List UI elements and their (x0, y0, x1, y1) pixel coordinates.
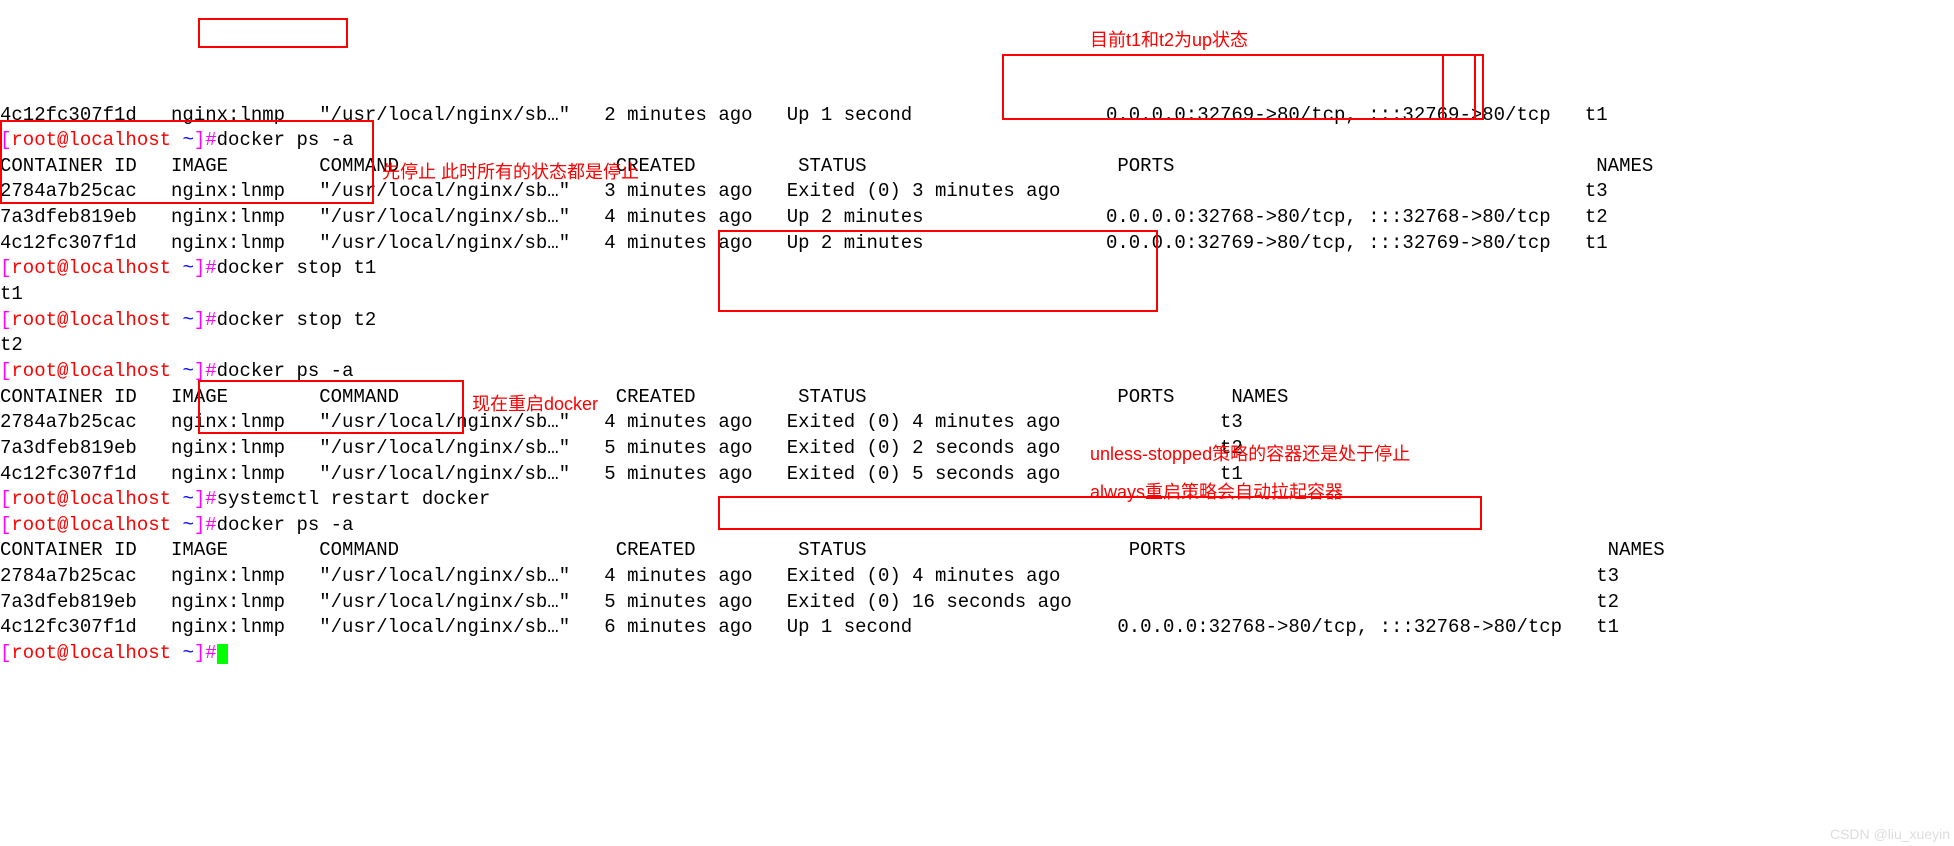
terminal-line: [root@localhost ~]# (0, 641, 1954, 667)
terminal-line: t1 (0, 282, 1954, 308)
terminal-line: [root@localhost ~]#docker stop t2 (0, 308, 1954, 334)
terminal-line: 4c12fc307f1d nginx:lnmp "/usr/local/ngin… (0, 103, 1954, 129)
terminal-text: CONTAINER ID IMAGE COMMAND CREATED STATU… (0, 155, 1653, 177)
terminal-text: 4c12fc307f1d nginx:lnmp "/usr/local/ngin… (0, 104, 1608, 126)
terminal-text: root@localhost (11, 257, 182, 279)
terminal-line: 7a3dfeb819eb nginx:lnmp "/usr/local/ngin… (0, 205, 1954, 231)
terminal-line: 2784a7b25cac nginx:lnmp "/usr/local/ngin… (0, 564, 1954, 590)
terminal-text: ]# (194, 488, 217, 510)
terminal-text: ~ (182, 488, 193, 510)
terminal-text: ]# (194, 257, 217, 279)
terminal-line: 7a3dfeb819eb nginx:lnmp "/usr/local/ngin… (0, 590, 1954, 616)
terminal-text: ]# (194, 514, 217, 536)
terminal-text: ]# (194, 309, 217, 331)
annotation-text: 先停止 此时所有的状态都是停止 (382, 160, 639, 184)
terminal-line: 2784a7b25cac nginx:lnmp "/usr/local/ngin… (0, 410, 1954, 436)
terminal-line: 4c12fc307f1d nginx:lnmp "/usr/local/ngin… (0, 462, 1954, 488)
annotation-text: always重启策略会自动拉起容器 (1090, 480, 1343, 504)
terminal-text: docker ps -a (217, 514, 354, 536)
terminal-line: [root@localhost ~]#docker stop t1 (0, 256, 1954, 282)
terminal-text: [ (0, 488, 11, 510)
terminal-text: 4c12fc307f1d nginx:lnmp "/usr/local/ngin… (0, 616, 1619, 638)
watermark: CSDN @liu_xueyin (1830, 825, 1950, 844)
terminal-text: docker ps -a (217, 129, 354, 151)
terminal-text: [ (0, 642, 11, 664)
terminal-line: [root@localhost ~]#docker ps -a (0, 513, 1954, 539)
terminal-line: 2784a7b25cac nginx:lnmp "/usr/local/ngin… (0, 179, 1954, 205)
terminal-text: root@localhost (11, 129, 182, 151)
annotation-text: 现在重启docker (472, 392, 598, 416)
terminal-text: root@localhost (11, 514, 182, 536)
terminal-text: root@localhost (11, 642, 182, 664)
terminal-text: 2784a7b25cac nginx:lnmp "/usr/local/ngin… (0, 565, 1619, 587)
terminal-text: ~ (182, 642, 193, 664)
terminal-line: 7a3dfeb819eb nginx:lnmp "/usr/local/ngin… (0, 436, 1954, 462)
cursor (217, 644, 228, 664)
terminal-text: [ (0, 360, 11, 382)
terminal-text: 4c12fc307f1d nginx:lnmp "/usr/local/ngin… (0, 232, 1608, 254)
terminal-text: [ (0, 257, 11, 279)
terminal-line: CONTAINER ID IMAGE COMMAND CREATED STATU… (0, 154, 1954, 180)
terminal-text: CONTAINER ID IMAGE COMMAND CREATED STATU… (0, 539, 1665, 561)
terminal-text: [ (0, 129, 11, 151)
terminal-text: 7a3dfeb819eb nginx:lnmp "/usr/local/ngin… (0, 591, 1619, 613)
terminal-text: 2784a7b25cac nginx:lnmp "/usr/local/ngin… (0, 411, 1243, 433)
terminal-text: 2784a7b25cac nginx:lnmp "/usr/local/ngin… (0, 180, 1608, 202)
terminal-line: [root@localhost ~]#docker ps -a (0, 128, 1954, 154)
terminal-text: ~ (182, 129, 193, 151)
terminal-text: t2 (0, 334, 23, 356)
terminal-text: 7a3dfeb819eb nginx:lnmp "/usr/local/ngin… (0, 437, 1243, 459)
terminal-text: root@localhost (11, 309, 182, 331)
terminal-output: 4c12fc307f1d nginx:lnmp "/usr/local/ngin… (0, 103, 1954, 667)
terminal-text: [ (0, 514, 11, 536)
terminal-line: [root@localhost ~]#systemctl restart doc… (0, 487, 1954, 513)
terminal-text: CONTAINER ID IMAGE COMMAND CREATED STATU… (0, 386, 1288, 408)
terminal-text: ]# (194, 642, 217, 664)
terminal-line: t2 (0, 333, 1954, 359)
annotation-text: unless-stopped策略的容器还是处于停止 (1090, 442, 1410, 466)
terminal-line: 4c12fc307f1d nginx:lnmp "/usr/local/ngin… (0, 615, 1954, 641)
annotation-text: 目前t1和t2为up状态 (1090, 28, 1248, 52)
terminal-text: 4c12fc307f1d nginx:lnmp "/usr/local/ngin… (0, 463, 1243, 485)
terminal-text: systemctl restart docker (217, 488, 491, 510)
terminal-text: 7a3dfeb819eb nginx:lnmp "/usr/local/ngin… (0, 206, 1608, 228)
terminal-text: ]# (194, 360, 217, 382)
terminal-text: root@localhost (11, 360, 182, 382)
terminal-text: docker stop t1 (217, 257, 377, 279)
terminal-text: docker ps -a (217, 360, 354, 382)
terminal-text: ]# (194, 129, 217, 151)
terminal-line: 4c12fc307f1d nginx:lnmp "/usr/local/ngin… (0, 231, 1954, 257)
terminal-line: CONTAINER ID IMAGE COMMAND CREATED STATU… (0, 385, 1954, 411)
terminal-text: ~ (182, 360, 193, 382)
terminal-text: docker stop t2 (217, 309, 377, 331)
highlight-box (198, 18, 348, 48)
terminal-line: [root@localhost ~]#docker ps -a (0, 359, 1954, 385)
terminal-text: ~ (182, 257, 193, 279)
terminal-text: root@localhost (11, 488, 182, 510)
terminal-text: ~ (182, 514, 193, 536)
terminal-line: CONTAINER ID IMAGE COMMAND CREATED STATU… (0, 538, 1954, 564)
terminal-text: ~ (182, 309, 193, 331)
terminal-text: t1 (0, 283, 23, 305)
terminal-text: [ (0, 309, 11, 331)
